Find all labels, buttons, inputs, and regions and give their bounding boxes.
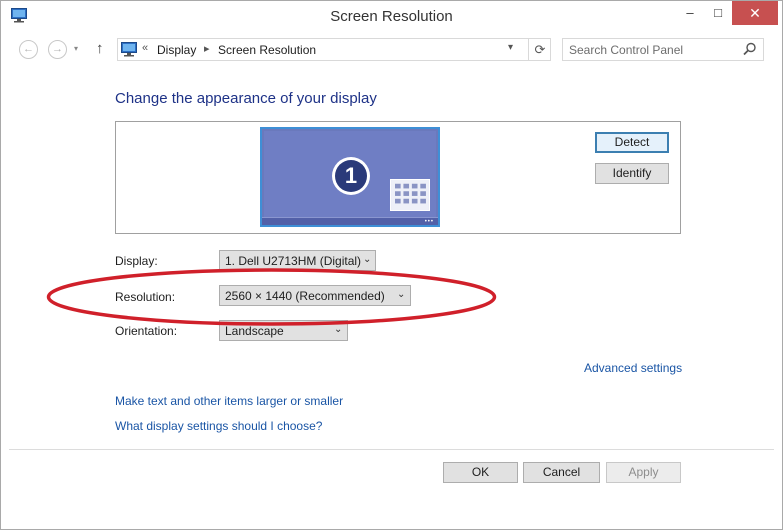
search-icon[interactable] bbox=[743, 42, 757, 56]
navigation-bar: ← → ▾ ↑ « Display ▸ Screen Resolution ▾ … bbox=[1, 32, 782, 66]
up-button[interactable]: ↑ bbox=[96, 40, 104, 57]
breadcrumb-screen-resolution[interactable]: Screen Resolution bbox=[218, 43, 316, 57]
ok-button[interactable]: OK bbox=[443, 462, 518, 483]
apply-button-label: Apply bbox=[628, 465, 659, 479]
breadcrumb-display[interactable]: Display bbox=[157, 43, 196, 57]
footer-divider bbox=[9, 449, 774, 450]
breadcrumb-separator-icon[interactable]: ▸ bbox=[204, 42, 210, 55]
detect-button-label: Detect bbox=[614, 135, 650, 149]
close-button[interactable]: ✕ bbox=[732, 1, 778, 25]
annotation-ellipse bbox=[46, 268, 497, 326]
chevron-down-icon: ⌄ bbox=[363, 254, 372, 265]
start-screen-grid-icon bbox=[390, 179, 430, 211]
forward-button[interactable]: → bbox=[48, 40, 67, 59]
monitor-taskbar: ••• bbox=[262, 217, 438, 225]
search-input[interactable] bbox=[569, 42, 734, 57]
control-panel-icon bbox=[121, 42, 137, 57]
recent-locations-button[interactable]: ▾ bbox=[74, 44, 78, 53]
back-button[interactable]: ← bbox=[19, 40, 38, 59]
cancel-button-label: Cancel bbox=[542, 465, 581, 479]
window-title: Screen Resolution bbox=[330, 8, 453, 25]
title-bar: Screen Resolution – □ ✕ bbox=[1, 1, 782, 32]
text-size-link[interactable]: Make text and other items larger or smal… bbox=[115, 394, 343, 408]
screen-resolution-window: Screen Resolution – □ ✕ ← → ▾ ↑ « Displa… bbox=[0, 0, 783, 530]
advanced-settings-link[interactable]: Advanced settings bbox=[584, 361, 682, 375]
page-title: Change the appearance of your display bbox=[115, 90, 377, 107]
refresh-button[interactable]: ⟳ bbox=[528, 39, 551, 60]
monitor-thumbnail[interactable]: 1 ••• bbox=[260, 127, 440, 227]
search-box[interactable] bbox=[562, 38, 764, 61]
display-help-link[interactable]: What display settings should I choose? bbox=[115, 419, 322, 433]
ok-button-label: OK bbox=[471, 465, 490, 479]
minimize-button[interactable]: – bbox=[677, 1, 703, 25]
monitor-number-badge: 1 bbox=[332, 157, 370, 195]
breadcrumb-overflow-icon[interactable]: « bbox=[142, 42, 148, 54]
address-dropdown-icon[interactable]: ▾ bbox=[508, 42, 513, 53]
identify-button-label: Identify bbox=[612, 166, 652, 180]
address-bar[interactable]: « Display ▸ Screen Resolution ▾ ⟳ bbox=[117, 38, 551, 61]
cancel-button[interactable]: Cancel bbox=[523, 462, 600, 483]
detect-button[interactable]: Detect bbox=[595, 132, 669, 153]
maximize-button[interactable]: □ bbox=[705, 1, 731, 25]
apply-button[interactable]: Apply bbox=[606, 462, 681, 483]
identify-button[interactable]: Identify bbox=[595, 163, 669, 184]
monitor-number: 1 bbox=[335, 160, 367, 192]
taskbar-dots: ••• bbox=[424, 219, 434, 225]
